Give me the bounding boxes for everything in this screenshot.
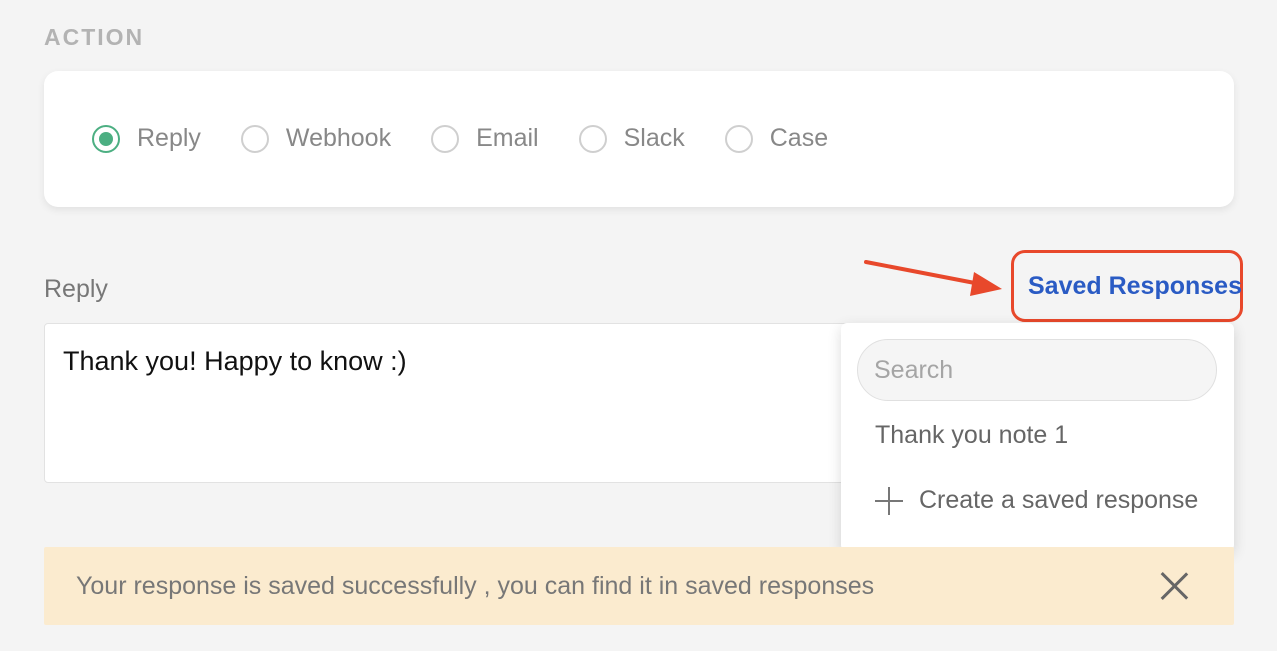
saved-responses-link[interactable]: Saved Responses (1028, 272, 1242, 301)
radio-option-case[interactable]: Case (724, 124, 829, 153)
reply-field-label: Reply (44, 275, 108, 303)
reply-text[interactable]: Thank you! Happy to know :) (63, 346, 407, 377)
notice-text: Your response is saved successfully , yo… (76, 572, 875, 600)
radio-option-reply[interactable]: Reply (92, 124, 201, 153)
action-card: Reply Webhook Email Slack Case (44, 71, 1234, 207)
radio-label-slack: Slack (623, 124, 685, 152)
action-section-label: ACTION (44, 24, 145, 50)
radio-dot (99, 131, 113, 146)
radio-option-webhook[interactable]: Webhook (240, 124, 392, 153)
create-saved-response-button[interactable]: Create a saved response (875, 486, 1198, 515)
create-saved-response-label: Create a saved response (919, 486, 1199, 514)
success-notice: Your response is saved successfully , yo… (44, 547, 1234, 625)
radio-label-webhook: Webhook (285, 124, 392, 152)
action-radio-group: Reply Webhook Email Slack Case (92, 124, 868, 153)
annotation-arrow-icon (864, 260, 1002, 296)
saved-responses-dropdown: Thank you note 1 Create a saved response (841, 323, 1234, 551)
plus-icon (875, 486, 903, 515)
close-icon[interactable] (1159, 571, 1189, 601)
radio-label-reply: Reply (137, 124, 201, 152)
radio-unchecked-icon[interactable] (578, 124, 607, 153)
saved-response-item[interactable]: Thank you note 1 (875, 421, 1068, 450)
radio-option-slack[interactable]: Slack (578, 124, 685, 153)
radio-option-email[interactable]: Email (431, 124, 539, 153)
saved-responses-search-input[interactable] (857, 339, 1217, 401)
radio-label-case: Case (769, 124, 829, 152)
radio-label-email: Email (476, 124, 539, 152)
radio-checked-icon[interactable] (92, 124, 120, 153)
radio-unchecked-icon[interactable] (431, 124, 460, 153)
radio-unchecked-icon[interactable] (240, 124, 269, 153)
radio-unchecked-icon[interactable] (724, 124, 753, 153)
